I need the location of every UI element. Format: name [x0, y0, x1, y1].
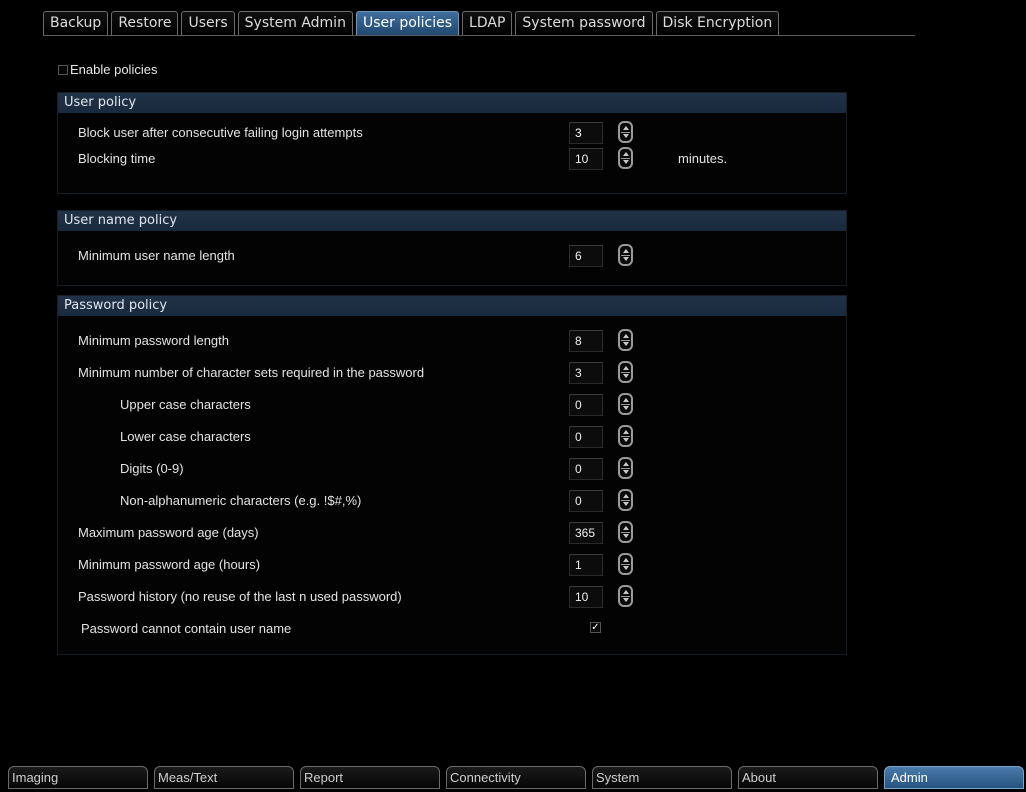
- bottom-tab-meas-text[interactable]: Meas/Text: [154, 766, 294, 789]
- digits-spinner[interactable]: [618, 457, 633, 479]
- password-policy-title: Password policy: [58, 296, 846, 316]
- tab-disk-encryption[interactable]: Disk Encryption: [655, 11, 780, 35]
- min-username-spinner[interactable]: [618, 244, 633, 266]
- min-age-label: Minimum password age (hours): [78, 557, 261, 572]
- user-policy-section: User policy Block user after consecutive…: [57, 92, 847, 194]
- blocking-time-input[interactable]: 10: [569, 148, 603, 170]
- digits-row: Digits (0-9) 0: [58, 456, 846, 482]
- min-username-input[interactable]: 6: [569, 245, 603, 267]
- upper-case-label: Upper case characters: [120, 397, 251, 412]
- blocking-time-unit: minutes.: [678, 151, 728, 166]
- enable-policies-checkbox[interactable]: Enable policies: [58, 62, 157, 77]
- min-charsets-row: Minimum number of character sets require…: [58, 360, 846, 386]
- lower-case-input[interactable]: 0: [569, 426, 603, 448]
- blocking-time-label: Blocking time: [78, 151, 156, 166]
- max-age-spinner[interactable]: [618, 521, 633, 543]
- block-after-input[interactable]: 3: [569, 122, 603, 144]
- user-name-policy-title: User name policy: [58, 211, 846, 231]
- bottom-tab-admin[interactable]: Admin: [884, 766, 1024, 789]
- digits-label: Digits (0-9): [120, 461, 184, 476]
- max-age-row: Maximum password age (days) 365: [58, 520, 846, 546]
- history-input[interactable]: 10: [569, 586, 603, 608]
- min-password-length-spinner[interactable]: [618, 329, 633, 351]
- blocking-time-row: Blocking time 10 minutes.: [58, 146, 846, 172]
- non-alphanumeric-label: Non-alphanumeric characters (e.g. !$#,%): [120, 493, 362, 508]
- tab-system-admin[interactable]: System Admin: [237, 11, 353, 35]
- tab-users[interactable]: Users: [181, 11, 235, 35]
- password-policy-section: Password policy Minimum password length …: [57, 295, 847, 655]
- min-password-length-row: Minimum password length 8: [58, 328, 846, 354]
- min-password-length-label: Minimum password length: [78, 333, 230, 348]
- min-username-row: Minimum user name length 6: [58, 243, 846, 269]
- no-username-row: Password cannot contain user name ✓: [58, 616, 846, 642]
- no-username-label: Password cannot contain user name: [81, 621, 292, 636]
- non-alphanumeric-row: Non-alphanumeric characters (e.g. !$#,%)…: [58, 488, 846, 514]
- min-age-spinner[interactable]: [618, 553, 633, 575]
- block-after-row: Block user after consecutive failing log…: [58, 120, 846, 146]
- bottom-tab-connectivity[interactable]: Connectivity: [446, 766, 586, 789]
- tab-user-policies[interactable]: User policies: [355, 11, 460, 35]
- user-name-policy-section: User name policy Minimum user name lengt…: [57, 210, 847, 286]
- lower-case-spinner[interactable]: [618, 425, 633, 447]
- max-age-label: Maximum password age (days): [78, 525, 259, 540]
- history-row: Password history (no reuse of the last n…: [58, 584, 846, 610]
- upper-case-spinner[interactable]: [618, 393, 633, 415]
- no-username-checkbox[interactable]: ✓: [590, 622, 601, 633]
- bottom-tab-about[interactable]: About: [738, 766, 878, 789]
- enable-policies-label: Enable policies: [70, 62, 158, 77]
- max-age-input[interactable]: 365: [569, 522, 603, 544]
- tab-bar: Backup Restore Users System Admin User p…: [43, 11, 782, 35]
- bottom-tab-report[interactable]: Report: [300, 766, 440, 789]
- enable-policies-box[interactable]: [58, 64, 68, 75]
- bottom-nav: Imaging Meas/Text Report Connectivity Sy…: [0, 766, 1026, 792]
- min-age-input[interactable]: 1: [569, 554, 603, 576]
- upper-case-input[interactable]: 0: [569, 394, 603, 416]
- digits-input[interactable]: 0: [569, 458, 603, 480]
- history-spinner[interactable]: [618, 585, 633, 607]
- bottom-tab-imaging[interactable]: Imaging: [8, 766, 148, 789]
- lower-case-row: Lower case characters 0: [58, 424, 846, 450]
- block-after-spinner[interactable]: [618, 121, 633, 143]
- tab-ldap[interactable]: LDAP: [462, 11, 513, 35]
- tab-restore[interactable]: Restore: [111, 11, 179, 35]
- min-age-row: Minimum password age (hours) 1: [58, 552, 846, 578]
- lower-case-label: Lower case characters: [120, 429, 251, 444]
- tab-system-password[interactable]: System password: [515, 11, 653, 35]
- min-password-length-input[interactable]: 8: [569, 330, 603, 352]
- bottom-tab-system[interactable]: System: [592, 766, 732, 789]
- tab-divider: [43, 35, 915, 36]
- user-policy-title: User policy: [58, 93, 846, 113]
- min-charsets-label: Minimum number of character sets require…: [78, 365, 425, 380]
- blocking-time-spinner[interactable]: [618, 147, 633, 169]
- non-alphanumeric-spinner[interactable]: [618, 489, 633, 511]
- block-after-label: Block user after consecutive failing log…: [78, 125, 363, 140]
- min-charsets-spinner[interactable]: [618, 361, 633, 383]
- non-alphanumeric-input[interactable]: 0: [569, 490, 603, 512]
- min-username-label: Minimum user name length: [78, 248, 235, 263]
- upper-case-row: Upper case characters 0: [58, 392, 846, 418]
- min-charsets-input[interactable]: 3: [569, 362, 603, 384]
- tab-backup[interactable]: Backup: [43, 11, 109, 35]
- history-label: Password history (no reuse of the last n…: [78, 589, 402, 604]
